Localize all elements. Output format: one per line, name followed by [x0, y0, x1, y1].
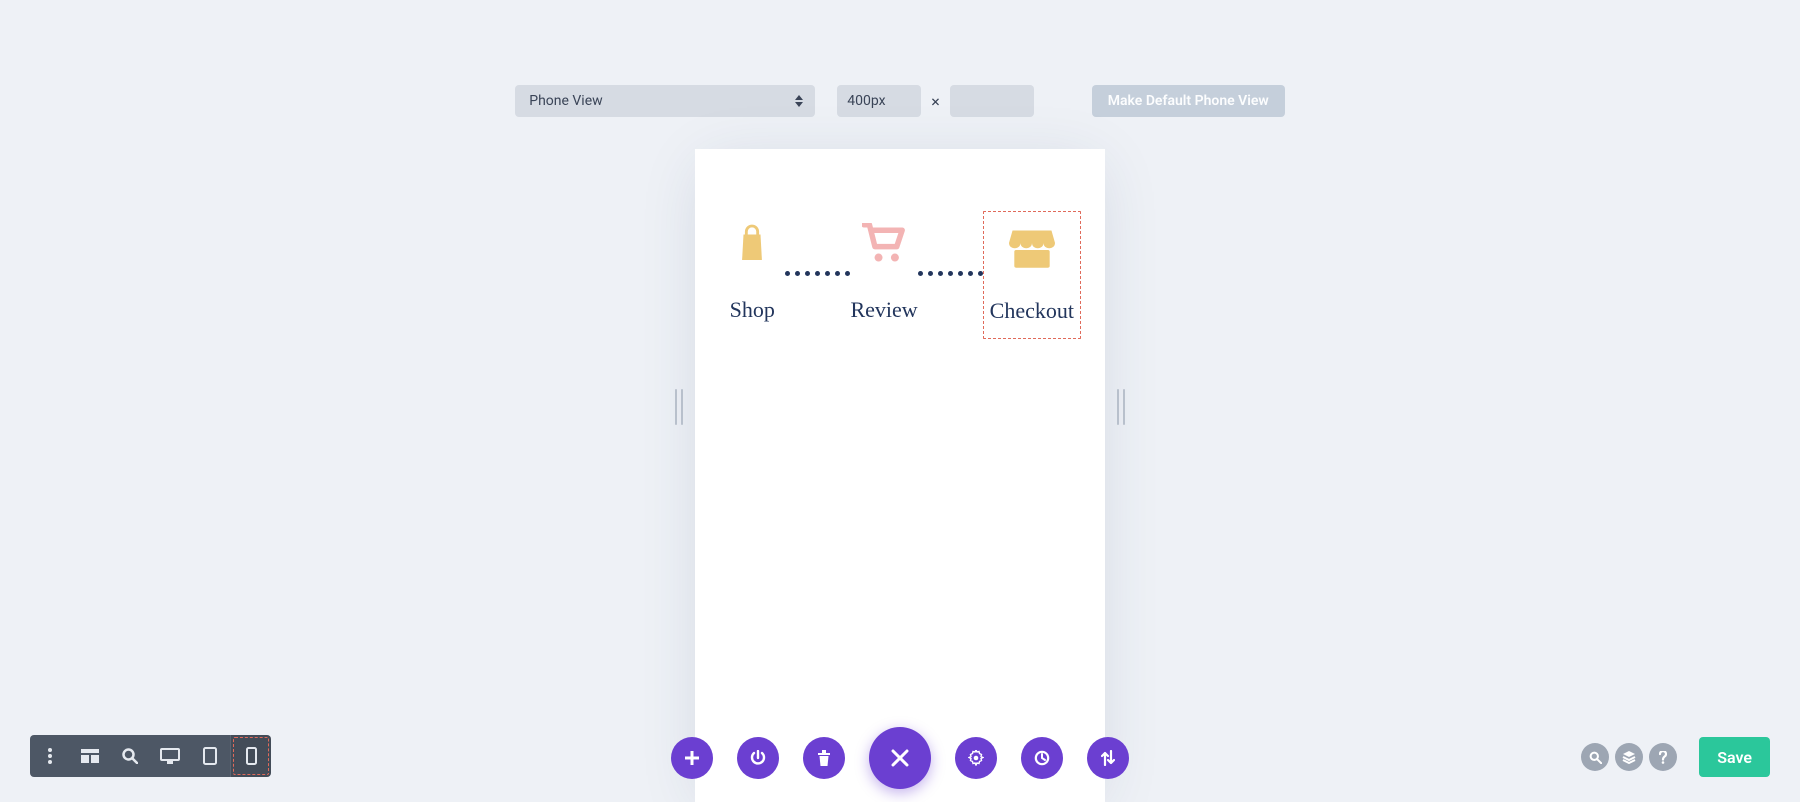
resize-handle-right[interactable] — [1117, 389, 1125, 425]
blurb-review[interactable]: Review — [850, 219, 917, 323]
history-button[interactable] — [1021, 737, 1063, 779]
phone-preview-canvas: Shop Review — [695, 149, 1105, 802]
tablet-view-button[interactable] — [190, 735, 230, 777]
step-connector-dots — [785, 271, 850, 276]
times-icon: × — [929, 92, 942, 111]
power-button[interactable] — [737, 737, 779, 779]
blurb-shop-label: Shop — [730, 297, 775, 323]
viewport-width-input[interactable]: 400px — [837, 85, 921, 117]
save-button[interactable]: Save — [1699, 737, 1770, 777]
phone-view-button[interactable] — [231, 735, 271, 777]
viewport-height-input[interactable] — [950, 85, 1034, 117]
blurb-checkout-selected[interactable]: Checkout — [983, 211, 1081, 339]
search-mini-button[interactable] — [1581, 743, 1609, 771]
help-mini-button[interactable] — [1649, 743, 1677, 771]
builder-action-bar — [671, 727, 1129, 789]
add-button[interactable] — [671, 737, 713, 779]
close-builder-button[interactable] — [869, 727, 931, 789]
chevron-updown-icon — [795, 95, 803, 107]
resize-handle-left[interactable] — [675, 389, 683, 425]
view-mode-label: Phone View — [529, 93, 602, 109]
viewport-dimensions: 400px × — [837, 85, 1034, 117]
responsive-top-controls: Phone View 400px × Make Default Phone Vi… — [0, 85, 1800, 117]
desktop-view-button[interactable] — [150, 735, 190, 777]
cart-icon — [862, 219, 906, 267]
checkout-steps-row: Shop Review — [695, 219, 1105, 339]
toolbar-menu-button[interactable] — [30, 735, 70, 777]
zoom-button[interactable] — [110, 735, 150, 777]
delete-button[interactable] — [803, 737, 845, 779]
shopping-bag-icon — [735, 219, 769, 267]
sort-button[interactable] — [1087, 737, 1129, 779]
store-icon — [1009, 226, 1055, 274]
responsive-view-toolbar — [30, 735, 271, 777]
blurb-review-label: Review — [850, 297, 917, 323]
builder-right-bar: Save — [1581, 737, 1770, 777]
blurb-shop[interactable]: Shop — [719, 219, 785, 323]
make-default-view-button[interactable]: Make Default Phone View — [1092, 85, 1285, 117]
blurb-checkout-label: Checkout — [990, 298, 1074, 324]
wireframe-view-button[interactable] — [70, 735, 110, 777]
step-connector-dots — [918, 271, 983, 276]
settings-button[interactable] — [955, 737, 997, 779]
view-mode-select[interactable]: Phone View — [515, 85, 815, 117]
layers-mini-button[interactable] — [1615, 743, 1643, 771]
